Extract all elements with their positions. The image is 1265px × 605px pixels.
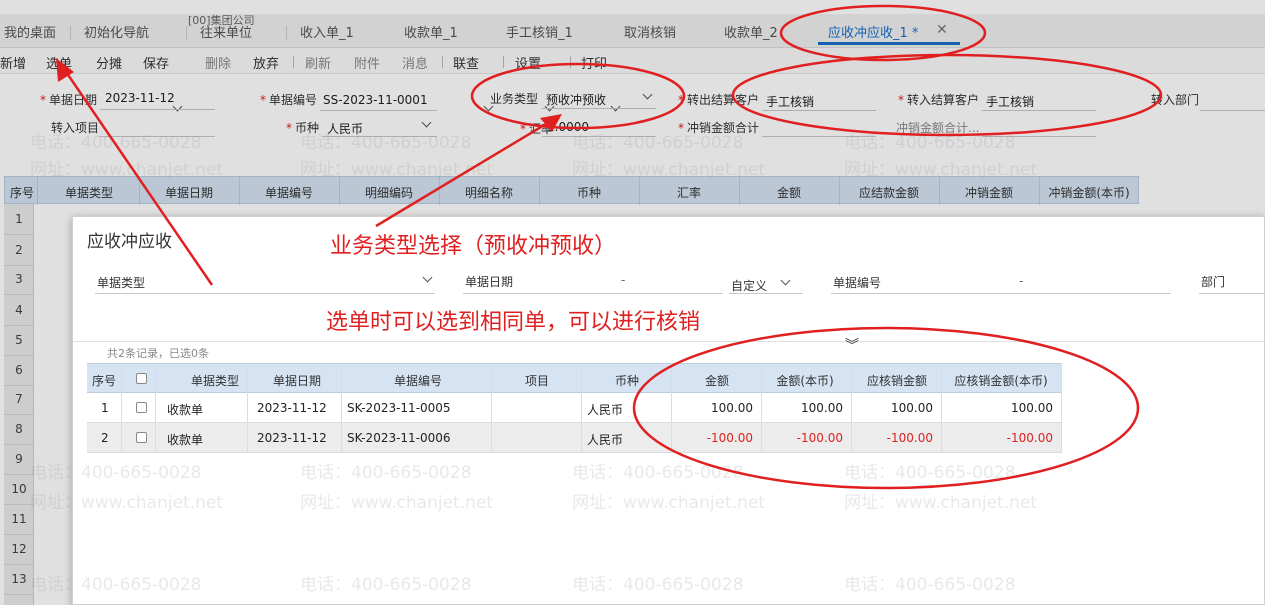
annotation-select-note: 选单时可以选到相同单，可以进行核销: [326, 310, 701, 335]
annotation-ellipse-customers: [731, 53, 1163, 137]
annotation-ellipse-biztype: [470, 62, 686, 130]
annotation-biztype-note: 业务类型选择（预收冲预收）: [330, 234, 617, 259]
annotation-arrow-select: [60, 65, 214, 286]
annotation-ellipse-tab: [779, 4, 987, 62]
annotation-overlay: [56, 4, 1163, 490]
annotation-arrow-biztype: [375, 116, 557, 228]
annotation-ellipse-amounts: [632, 326, 1140, 490]
arrowhead-icon: [540, 114, 562, 132]
